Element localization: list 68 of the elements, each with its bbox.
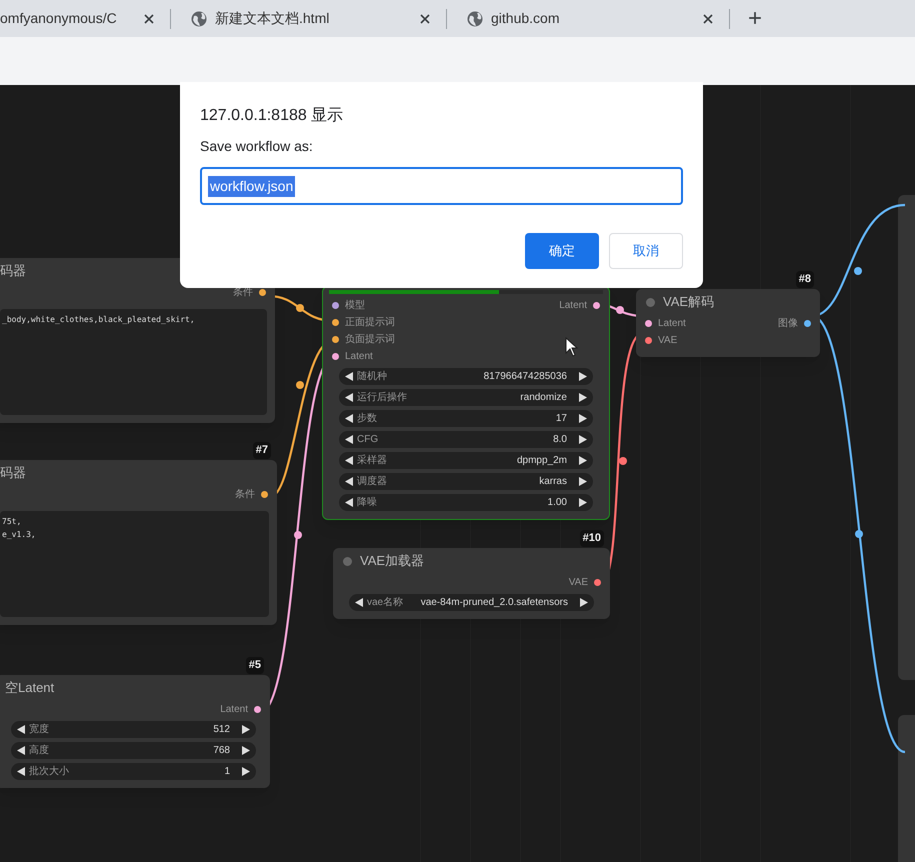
new-tab-button[interactable]: +: [744, 6, 766, 30]
arrow-right-icon: [242, 767, 250, 776]
output-label: Latent: [559, 299, 587, 313]
node-title: 码器: [0, 262, 26, 280]
cancel-button[interactable]: 取消: [609, 233, 683, 269]
arrow-left-icon: [17, 725, 25, 734]
arrow-right-icon: [580, 598, 588, 607]
prompt-text: 75t,: [2, 516, 22, 528]
input-label: Latent: [345, 350, 373, 364]
output-label: Latent: [220, 703, 248, 717]
arrow-right-icon: [242, 746, 250, 755]
ok-button[interactable]: 确定: [525, 233, 599, 269]
close-icon: [420, 14, 430, 24]
filename-input[interactable]: workflow.json: [200, 167, 683, 205]
mouse-cursor-icon: [565, 337, 579, 357]
prompt-text: _body,white_clothes,black_pleated_skirt,: [2, 314, 196, 326]
arrow-right-icon: [579, 393, 587, 402]
node-id-label: #7: [252, 442, 271, 458]
output-label: 条件: [235, 488, 255, 502]
dialog-message: Save workflow as:: [200, 137, 314, 156]
input-label: Latent: [658, 317, 686, 331]
prompt-textarea[interactable]: _body,white_clothes,black_pleated_skirt,: [0, 309, 267, 415]
prompt-textarea[interactable]: 75t, e_v1.3,: [0, 511, 269, 617]
widget-field[interactable]: 宽度 512: [11, 721, 256, 738]
input-label: VAE: [658, 334, 678, 348]
arrow-left-icon: [345, 435, 353, 444]
arrow-right-icon: [579, 435, 587, 444]
arrow-left-icon: [345, 414, 353, 423]
widget-field[interactable]: 高度 768: [11, 742, 256, 759]
close-icon: [144, 14, 154, 24]
input-label: 负面提示词: [345, 333, 395, 347]
widget-field[interactable]: 批次大小 1: [11, 763, 256, 780]
node-title: VAE解码: [663, 293, 714, 312]
arrow-right-icon: [242, 725, 250, 734]
widget-field[interactable]: vae名称 vae-84m-pruned_2.0.safetensors: [349, 594, 594, 611]
arrow-left-icon: [345, 456, 353, 465]
prompt-text: e_v1.3,: [2, 529, 37, 541]
node-id-label: #8: [796, 271, 814, 288]
widget-field[interactable]: CFG 8.0: [339, 431, 593, 448]
dialog-title: 127.0.0.1:8188 显示: [200, 106, 344, 126]
widget-field[interactable]: 采样器 dpmpp_2m: [339, 452, 593, 469]
widget-field[interactable]: 随机种 817966474285036: [339, 368, 593, 385]
node-id-label: #5: [246, 657, 264, 674]
output-label: 图像: [778, 317, 798, 331]
arrow-left-icon: [17, 767, 25, 776]
close-icon: [703, 14, 713, 24]
node-title: 空Latent: [5, 679, 54, 698]
widget-field[interactable]: 调度器 karras: [339, 473, 593, 490]
output-label: VAE: [568, 576, 588, 590]
arrow-left-icon: [345, 393, 353, 402]
node-id-label: #10: [580, 530, 604, 546]
node-title: VAE加载器: [360, 552, 424, 570]
arrow-right-icon: [579, 414, 587, 423]
widget-field[interactable]: 运行后操作 randomize: [339, 389, 593, 406]
input-label: 模型: [345, 298, 365, 313]
arrow-right-icon: [579, 498, 587, 507]
arrow-left-icon: [355, 598, 363, 607]
arrow-left-icon: [345, 498, 353, 507]
arrow-right-icon: [579, 477, 587, 486]
arrow-right-icon: [579, 456, 587, 465]
arrow-left-icon: [345, 372, 353, 381]
input-label: 正面提示词: [345, 316, 395, 330]
arrow-right-icon: [579, 372, 587, 381]
node-title: 码器: [0, 464, 26, 482]
widget-field[interactable]: 步数 17: [339, 410, 593, 427]
arrow-left-icon: [345, 477, 353, 486]
widget-field[interactable]: 降噪 1.00: [339, 494, 593, 511]
arrow-left-icon: [17, 746, 25, 755]
